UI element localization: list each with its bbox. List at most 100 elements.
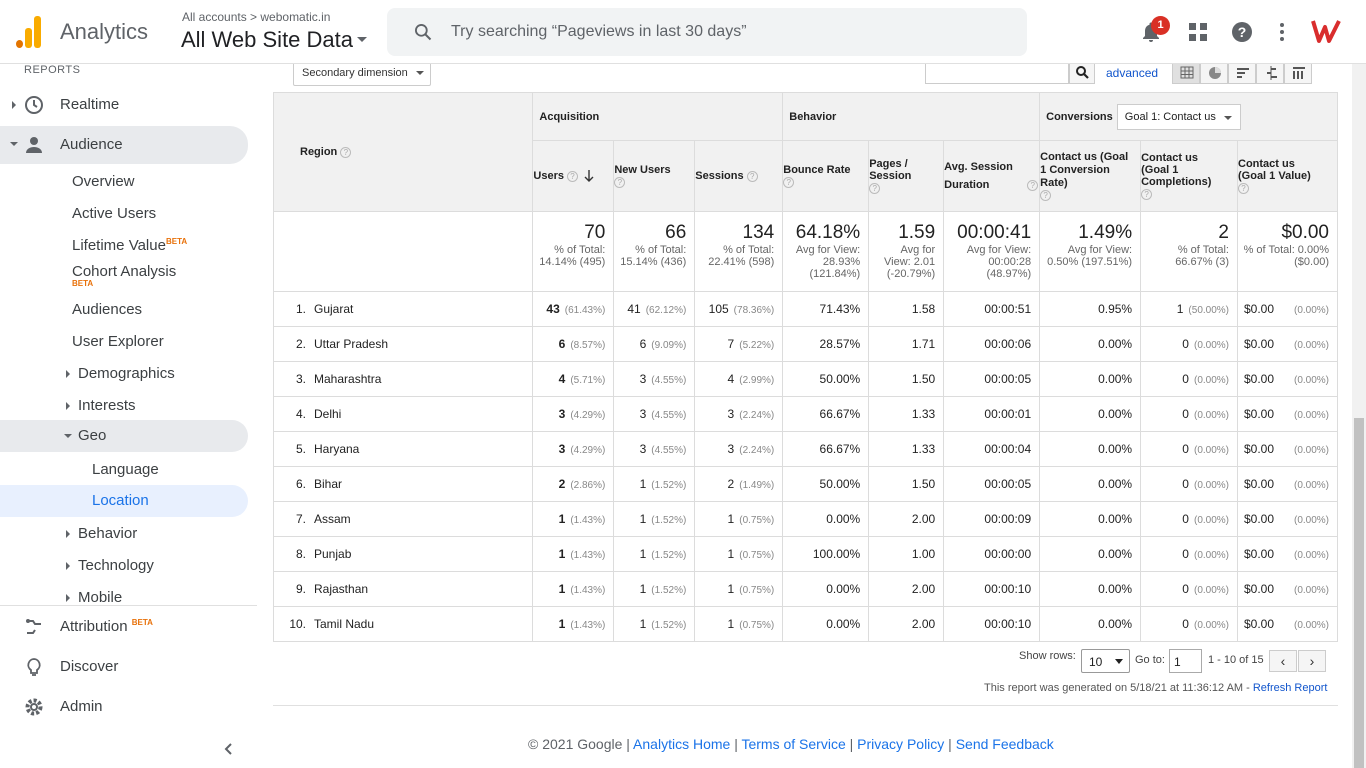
help-icon[interactable]: ? xyxy=(1230,20,1254,44)
sidebar-item-admin[interactable]: Admin xyxy=(0,687,257,727)
help-icon[interactable]: ? xyxy=(783,176,795,188)
sidebar-item-user-explorer[interactable]: User Explorer xyxy=(0,324,248,360)
sessions-cell: 105 (78.36%) xyxy=(694,291,784,327)
region-link[interactable]: Bihar xyxy=(314,477,342,491)
search-bar[interactable]: Try searching “Pageviews in last 30 days… xyxy=(387,8,1027,56)
help-icon[interactable]: ? xyxy=(1040,190,1052,202)
sidebar-item-discover[interactable]: Discover xyxy=(0,647,257,687)
region-link[interactable]: Assam xyxy=(314,512,351,526)
sidebar-item-demographics[interactable]: Demographics xyxy=(0,356,248,392)
column-header-users[interactable]: Users ? xyxy=(532,140,615,212)
account-breadcrumb[interactable]: All accounts > webomatic.in xyxy=(182,10,330,24)
sidebar-item-label: Realtime xyxy=(60,96,120,113)
region-link[interactable]: Maharashtra xyxy=(314,372,381,386)
cell-value: 3 xyxy=(639,372,647,386)
analytics-logo-icon[interactable] xyxy=(16,16,42,48)
footer-separator: | xyxy=(944,736,956,752)
sessions-cell: 1 (0.75%) xyxy=(694,536,784,572)
cell-percent: (61.43%) xyxy=(564,305,606,316)
sidebar-item-technology[interactable]: Technology xyxy=(0,548,248,584)
column-header-completions[interactable]: Contact us (Goal 1 Completions)? xyxy=(1140,140,1238,212)
sidebar-item-behavior[interactable]: Behavior xyxy=(0,516,248,552)
region-link[interactable]: Rajasthan xyxy=(314,582,368,596)
sidebar-item-overview[interactable]: Overview xyxy=(0,164,248,200)
column-header-sessions[interactable]: Sessions ? xyxy=(694,140,784,212)
column-header-bounce-rate[interactable]: Bounce Rate? xyxy=(782,140,870,212)
region-link[interactable]: Uttar Pradesh xyxy=(314,337,388,351)
sidebar-item-interests[interactable]: Interests xyxy=(0,388,248,424)
privacy-link[interactable]: Privacy Policy xyxy=(857,736,944,752)
total-value: 1.49% xyxy=(1078,222,1133,243)
help-icon[interactable]: ? xyxy=(567,170,579,182)
row-index: 2. xyxy=(295,337,306,351)
region-link[interactable]: Gujarat xyxy=(314,302,353,316)
cell-value: 0 xyxy=(1182,547,1189,561)
sidebar-item-audiences[interactable]: Audiences xyxy=(0,292,248,328)
sidebar-item-active-users[interactable]: Active Users xyxy=(0,196,248,232)
column-header-pages-session[interactable]: Pages / Session? xyxy=(868,140,945,212)
help-icon[interactable]: ? xyxy=(1141,188,1153,200)
conversion-rate-cell: 0.00% xyxy=(1039,606,1142,642)
advanced-filter-link[interactable]: advanced xyxy=(1106,66,1158,80)
sidebar-item-audience[interactable]: Audience xyxy=(0,126,248,164)
region-cell: 10. Tamil Nadu xyxy=(272,606,534,642)
column-header-region[interactable]: Region ? xyxy=(272,92,534,212)
sidebar-item-attribution[interactable]: Attribution BETA xyxy=(0,607,257,647)
help-icon[interactable]: ? xyxy=(746,170,758,182)
sort-descending-icon[interactable] xyxy=(584,170,594,183)
refresh-report-link[interactable]: Refresh Report xyxy=(1253,682,1328,694)
generated-text: This report was generated on 5/18/21 at … xyxy=(984,682,1253,694)
completions-cell: 0 (0.00%) xyxy=(1140,326,1238,362)
page-scrollbar[interactable] xyxy=(1352,64,1366,768)
caret-down-icon[interactable] xyxy=(357,37,367,42)
footer: © 2021 Google | Analytics Home | Terms o… xyxy=(528,736,1054,752)
prev-page-button[interactable]: ‹ xyxy=(1269,650,1297,672)
expand-arrow-icon xyxy=(66,594,70,602)
column-header-new-users[interactable]: New Users? xyxy=(613,140,696,212)
cell-percent: (2.99%) xyxy=(739,375,775,386)
column-header-avg-session-duration[interactable]: Avg. Session Duration ? xyxy=(943,140,1041,212)
help-icon[interactable]: ? xyxy=(1238,182,1249,194)
region-link[interactable]: Haryana xyxy=(314,442,359,456)
help-icon[interactable]: ? xyxy=(614,176,626,188)
show-rows-select[interactable]: 10 xyxy=(1081,649,1130,673)
sidebar-item-geo[interactable]: Geo xyxy=(0,420,248,452)
region-link[interactable]: Punjab xyxy=(314,547,351,561)
completions-cell: 0 (0.00%) xyxy=(1140,396,1238,432)
sidebar-item-mobile[interactable]: Mobile xyxy=(0,580,248,604)
group-header-acquisition: Acquisition xyxy=(532,92,784,141)
column-header-goal-value[interactable]: Contact us (Goal 1 Value)? xyxy=(1237,140,1338,212)
help-icon[interactable]: ? xyxy=(340,146,352,158)
more-vert-icon[interactable] xyxy=(1270,20,1294,44)
sidebar-item-location[interactable]: Location xyxy=(0,485,248,517)
pages-session-cell: 1.33 xyxy=(868,431,945,467)
help-icon[interactable]: ? xyxy=(869,182,881,194)
users-cell: 1 (1.43%) xyxy=(532,606,615,642)
cell-percent: (0.00%) xyxy=(1193,620,1229,631)
sidebar-item-realtime[interactable]: Realtime xyxy=(0,87,248,123)
terms-link[interactable]: Terms of Service xyxy=(741,736,845,752)
account-avatar-icon[interactable] xyxy=(1311,18,1341,44)
goto-input[interactable]: 1 xyxy=(1169,649,1202,673)
group-header-behavior: Behavior xyxy=(782,92,1041,141)
apps-grid-icon[interactable] xyxy=(1186,20,1210,44)
analytics-home-link[interactable]: Analytics Home xyxy=(633,736,730,752)
goal-selector-dropdown[interactable]: Goal 1: Contact us xyxy=(1116,103,1241,130)
sidebar-item-cohort-analysis[interactable]: Cohort Analysis BETA xyxy=(0,254,248,294)
total-value: 64.18% xyxy=(795,222,861,243)
feedback-link[interactable]: Send Feedback xyxy=(956,736,1054,752)
property-selector[interactable]: All Web Site Data xyxy=(181,27,353,53)
column-header-conversion-rate[interactable]: Contact us (Goal 1 Conversion Rate) ? xyxy=(1039,140,1142,212)
sidebar-item-label: Audiences xyxy=(72,301,143,318)
chevron-left-icon[interactable] xyxy=(222,742,236,756)
total-value: 00:00:41 xyxy=(957,222,1032,243)
total-value: 70 xyxy=(584,222,606,243)
scrollbar-thumb[interactable] xyxy=(1354,418,1364,768)
users-cell: 1 (1.43%) xyxy=(532,501,615,537)
next-page-button[interactable]: › xyxy=(1298,650,1326,672)
region-link[interactable]: Delhi xyxy=(314,407,341,421)
sidebar-item-language[interactable]: Language xyxy=(0,452,248,488)
region-link[interactable]: Tamil Nadu xyxy=(314,617,374,631)
help-icon[interactable]: ? xyxy=(1027,179,1039,191)
bounce-rate-cell: 28.57% xyxy=(782,326,870,362)
